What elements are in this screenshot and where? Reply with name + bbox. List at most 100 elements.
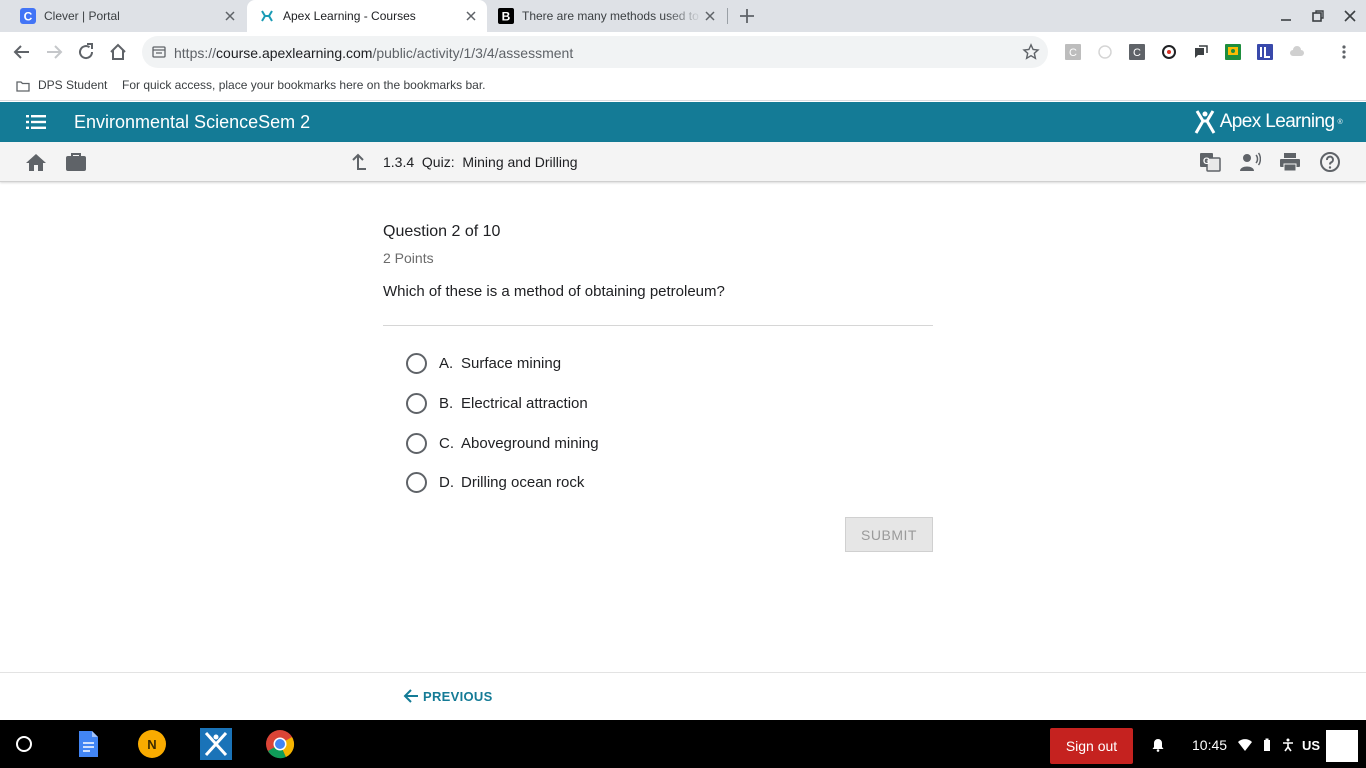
extension-chat-icon[interactable] [1193,44,1209,60]
browser-toolbar: https://course.apexlearning.com/public/a… [0,32,1366,72]
choice-text: Surface mining [461,354,562,372]
close-icon[interactable] [702,8,718,24]
answer-choice-b[interactable]: B. Electrical attraction [406,392,588,414]
extension-c-icon[interactable]: C [1065,44,1081,60]
tab-title: Clever | Portal [44,9,120,23]
activity-toolbar: 1.3.4 Quiz: Mining and Drilling G [0,142,1366,182]
close-icon[interactable] [463,8,479,24]
text-to-speech-icon[interactable] [1239,152,1261,172]
previous-button[interactable]: PREVIOUS [403,688,493,704]
extension-target-icon[interactable] [1161,44,1177,60]
new-tab-icon[interactable] [738,7,756,25]
home-icon[interactable] [25,152,47,172]
browser-tab-strip: C Clever | Portal Apex Learning - Course… [0,0,1366,32]
question-points: 2 Points [383,250,434,266]
previous-label: PREVIOUS [423,688,493,704]
choice-text: Aboveground mining [461,434,599,452]
tab-title: There are many methods used to [522,9,699,23]
sign-out-button[interactable]: Sign out [1050,728,1133,764]
back-arrow-icon[interactable] [12,42,32,62]
brainly-b-icon: B [498,8,514,24]
question-divider [383,325,933,326]
notes-app-icon[interactable]: N [136,728,168,760]
course-title: Environmental ScienceSem 2 [74,112,311,132]
quiz-footer: PREVIOUS [0,672,1366,720]
choice-letter: C. [439,434,454,452]
submit-button[interactable]: SUBMIT [845,517,933,552]
print-icon[interactable] [1279,152,1301,172]
tab-separator [727,8,728,24]
help-icon[interactable] [1319,152,1341,172]
system-clock[interactable]: 10:45 [1192,737,1227,753]
clever-c-icon: C [20,8,36,24]
svg-text:C: C [24,10,33,24]
bookmarks-bar: DPS Student For quick access, place your… [0,72,1366,101]
browser-menu-icon[interactable] [1336,44,1352,60]
home-icon[interactable] [108,42,128,62]
forward-arrow-icon[interactable] [44,42,64,62]
restore-icon[interactable] [1311,9,1325,23]
site-info-icon[interactable] [152,45,166,59]
radio-button-b[interactable] [406,392,427,414]
radio-button-a[interactable] [406,352,427,374]
registered-mark: ® [1337,118,1342,126]
url-text: https://course.apexlearning.com/public/a… [174,45,574,61]
google-docs-icon[interactable] [72,728,104,760]
brand-name: Apex Learning [1219,111,1335,132]
answer-choice-a[interactable]: A. Surface mining [406,352,561,374]
svg-text:N: N [147,737,156,752]
course-menu-icon[interactable] [26,114,46,130]
chrome-icon[interactable] [264,728,296,760]
tab-clever-portal[interactable]: C Clever | Portal [0,0,246,32]
user-avatar[interactable] [1326,730,1358,762]
tab-apex-learning[interactable]: Apex Learning - Courses [247,0,487,32]
choice-text: Electrical attraction [461,394,588,412]
svg-text:B: B [502,10,511,24]
os-shelf: N Sign out 10:45 US [0,720,1366,768]
close-window-icon[interactable] [1343,9,1357,23]
answer-choice-c[interactable]: C. Aboveground mining [406,432,599,454]
battery-icon[interactable] [1260,738,1274,752]
svg-text:G: G [1203,156,1210,166]
accessibility-icon[interactable] [1281,738,1295,752]
choice-letter: D. [439,473,454,491]
wifi-icon[interactable] [1238,738,1252,752]
bookmarks-hint: For quick access, place your bookmarks h… [122,78,486,92]
close-icon[interactable] [222,8,238,24]
radio-button-c[interactable] [406,432,427,454]
arrow-left-icon [403,689,418,703]
extension-cloud-icon[interactable] [1289,44,1305,60]
bookmark-star-icon[interactable] [1022,43,1040,61]
extension-loading-icon[interactable] [1097,44,1113,60]
up-level-arrow-icon[interactable] [349,153,367,171]
apex-logo-icon [1194,110,1215,134]
input-locale[interactable]: US [1302,738,1320,753]
tab-brainly[interactable]: B There are many methods used to [488,0,726,32]
notification-bell-icon[interactable] [1151,738,1165,752]
address-bar[interactable]: https://course.apexlearning.com/public/a… [142,36,1048,68]
svg-text:C: C [1133,47,1141,59]
translate-icon[interactable]: G [1199,152,1221,172]
app-x-icon[interactable] [200,728,232,760]
minimize-icon[interactable] [1279,9,1293,23]
radio-button-d[interactable] [406,471,427,493]
reload-icon[interactable] [76,42,96,62]
extension-il-icon[interactable] [1257,44,1273,60]
question-prompt: Which of these is a method of obtaining … [383,283,725,300]
extension-c-dark-icon[interactable]: C [1129,44,1145,60]
svg-text:C: C [1069,47,1077,59]
folder-icon [16,81,30,92]
apex-learning-logo: Apex Learning ® [1193,109,1343,135]
answer-choice-d[interactable]: D. Drilling ocean rock [406,471,584,493]
briefcase-icon[interactable] [65,152,87,172]
launcher-icon[interactable] [16,736,32,752]
activity-breadcrumb: 1.3.4 Quiz: Mining and Drilling [383,154,578,170]
choice-letter: B. [439,394,454,412]
google-classroom-icon[interactable] [1225,44,1241,60]
course-header: Environmental ScienceSem 2 Apex Learning… [0,102,1366,142]
choice-letter: A. [439,354,454,372]
question-number: Question 2 of 10 [383,223,501,240]
tab-title: Apex Learning - Courses [283,9,416,23]
bookmark-folder-dps-student[interactable]: DPS Student [38,78,107,92]
apex-logo-icon [259,8,275,24]
